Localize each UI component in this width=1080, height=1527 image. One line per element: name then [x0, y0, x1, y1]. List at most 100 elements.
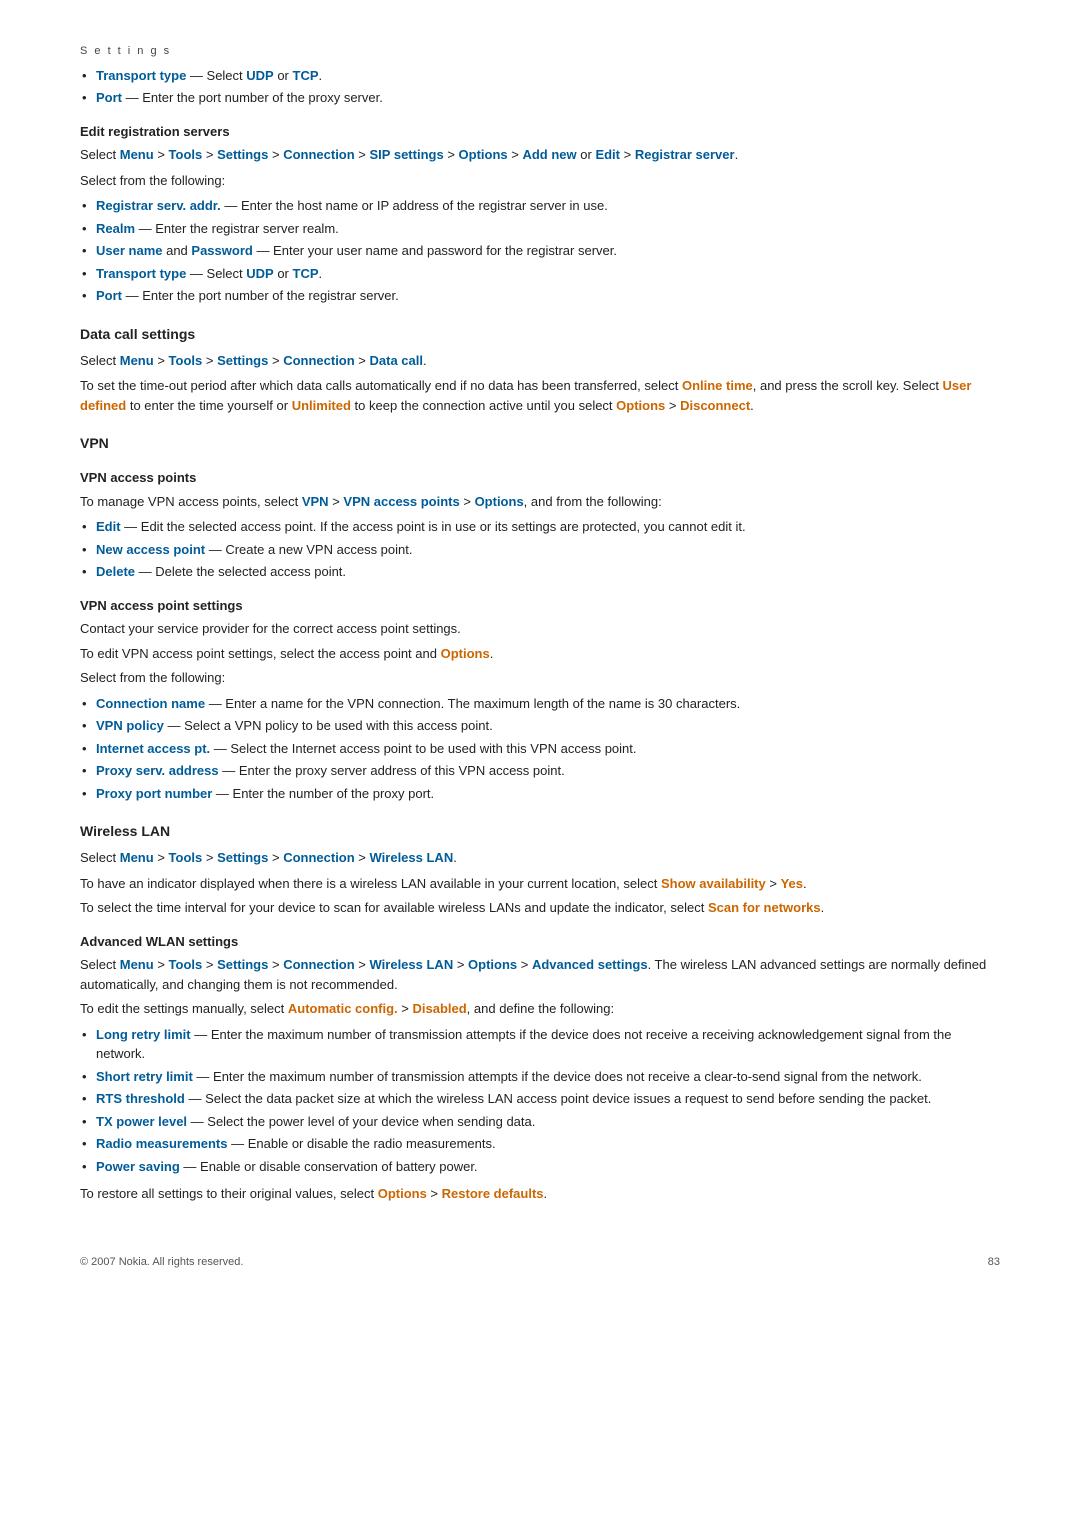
- realm-link: Realm: [96, 221, 135, 236]
- registrar-addr-item: Registrar serv. addr. — Enter the host n…: [80, 196, 1000, 216]
- page-footer: © 2007 Nokia. All rights reserved. 83: [80, 1244, 1000, 1271]
- wireless-lan-heading: Wireless LAN: [80, 821, 1000, 842]
- udp-link2: UDP: [246, 266, 273, 281]
- wireless-lan-nav: Select Menu > Tools > Settings > Connect…: [80, 848, 1000, 868]
- restore-defaults-link: Restore defaults: [442, 1186, 544, 1201]
- rts-threshold-item: RTS threshold — Select the data packet s…: [80, 1089, 1000, 1109]
- vpn-delete-item: Delete — Delete the selected access poin…: [80, 562, 1000, 582]
- vpn-new-link: New access point: [96, 542, 205, 557]
- scan-for-networks-link: Scan for networks: [708, 900, 821, 915]
- port-link: Port: [96, 90, 122, 105]
- add-new-link: Add new: [522, 147, 576, 162]
- restore-defaults-p: To restore all settings to their origina…: [80, 1184, 1000, 1204]
- long-retry-link: Long retry limit: [96, 1027, 191, 1042]
- data-call-heading: Data call settings: [80, 324, 1000, 345]
- vpn-new-item: New access point — Create a new VPN acce…: [80, 540, 1000, 560]
- copyright: © 2007 Nokia. All rights reserved.: [80, 1254, 243, 1271]
- registrar-server-link: Registrar server: [635, 147, 735, 162]
- port-link2: Port: [96, 288, 122, 303]
- connection-link1: Connection: [283, 147, 355, 162]
- vpn-ap-list: Edit — Edit the selected access point. I…: [80, 517, 1000, 582]
- vpn-edit-item: Edit — Edit the selected access point. I…: [80, 517, 1000, 537]
- udp-link: UDP: [246, 68, 273, 83]
- username-password-item: User name and Password — Enter your user…: [80, 241, 1000, 261]
- menu-link1: Menu: [120, 147, 154, 162]
- port-item2: Port — Enter the port number of the regi…: [80, 286, 1000, 306]
- password-link: Password: [191, 243, 252, 258]
- online-time-link: Online time: [682, 378, 753, 393]
- transport-type-link: Transport type: [96, 68, 186, 83]
- tools-link4: Tools: [169, 957, 203, 972]
- advanced-wlan-list: Long retry limit — Enter the maximum num…: [80, 1025, 1000, 1177]
- short-retry-item: Short retry limit — Enter the maximum nu…: [80, 1067, 1000, 1087]
- advanced-settings-link: Advanced settings: [532, 957, 648, 972]
- settings-link3: Settings: [217, 850, 268, 865]
- options-link5: Options: [468, 957, 517, 972]
- vpn-ap-settings-p1: Contact your service provider for the co…: [80, 619, 1000, 639]
- internet-access-item: Internet access pt. — Select the Interne…: [80, 739, 1000, 759]
- power-saving-item: Power saving — Enable or disable conserv…: [80, 1157, 1000, 1177]
- wireless-lan-link2: Wireless LAN: [370, 957, 454, 972]
- transport-type-item2: Transport type — Select UDP or TCP.: [80, 264, 1000, 284]
- connection-link3: Connection: [283, 850, 355, 865]
- edit-reg-list: Registrar serv. addr. — Enter the host n…: [80, 196, 1000, 306]
- advanced-wlan-nav: Select Menu > Tools > Settings > Connect…: [80, 955, 1000, 994]
- radio-measurements-item: Radio measurements — Enable or disable t…: [80, 1134, 1000, 1154]
- edit-reg-nav: Select Menu > Tools > Settings > Connect…: [80, 145, 1000, 165]
- proxy-addr-item: Proxy serv. address — Enter the proxy se…: [80, 761, 1000, 781]
- yes-link: Yes: [781, 876, 803, 891]
- menu-link2: Menu: [120, 353, 154, 368]
- connection-name-link: Connection name: [96, 696, 205, 711]
- vpn-link: VPN: [302, 494, 329, 509]
- registrar-addr-link: Registrar serv. addr.: [96, 198, 221, 213]
- proxy-addr-link: Proxy serv. address: [96, 763, 219, 778]
- vpn-ap-settings-list: Connection name — Enter a name for the V…: [80, 694, 1000, 804]
- wlan-p1: To have an indicator displayed when ther…: [80, 874, 1000, 894]
- settings-link1: Settings: [217, 147, 268, 162]
- tools-link1: Tools: [169, 147, 203, 162]
- connection-name-item: Connection name — Enter a name for the V…: [80, 694, 1000, 714]
- vpn-access-points-heading: VPN access points: [80, 468, 1000, 488]
- tools-link2: Tools: [169, 353, 203, 368]
- tx-power-item: TX power level — Select the power level …: [80, 1112, 1000, 1132]
- vpn-ap-settings-p2: To edit VPN access point settings, selec…: [80, 644, 1000, 664]
- tx-power-link: TX power level: [96, 1114, 187, 1129]
- vpn-delete-link: Delete: [96, 564, 135, 579]
- options-link6: Options: [378, 1186, 427, 1201]
- transport-type-item: Transport type — Select UDP or TCP.: [80, 66, 1000, 86]
- disabled-link: Disabled: [412, 1001, 466, 1016]
- vpn-edit-link: Edit: [96, 519, 121, 534]
- options-link2: Options: [616, 398, 665, 413]
- rts-threshold-link: RTS threshold: [96, 1091, 185, 1106]
- vpn-access-points-link: VPN access points: [343, 494, 459, 509]
- edit-reg-intro: Select from the following:: [80, 171, 1000, 191]
- vpn-heading: VPN: [80, 433, 1000, 454]
- edit-link: Edit: [595, 147, 620, 162]
- vpn-ap-intro: To manage VPN access points, select VPN …: [80, 492, 1000, 512]
- unlimited-link: Unlimited: [292, 398, 351, 413]
- menu-link3: Menu: [120, 850, 154, 865]
- options-link4: Options: [441, 646, 490, 661]
- vpn-policy-link: VPN policy: [96, 718, 164, 733]
- wireless-lan-section: Wireless LAN Select Menu > Tools > Setti…: [80, 821, 1000, 1204]
- proxy-port-item: Proxy port number — Enter the number of …: [80, 784, 1000, 804]
- transport-type-link2: Transport type: [96, 266, 186, 281]
- realm-item: Realm — Enter the registrar server realm…: [80, 219, 1000, 239]
- internet-access-link: Internet access pt.: [96, 741, 210, 756]
- advanced-wlan-p2: To edit the settings manually, select Au…: [80, 999, 1000, 1019]
- wireless-lan-link: Wireless LAN: [370, 850, 454, 865]
- proxy-port-link: Proxy port number: [96, 786, 212, 801]
- options-link1: Options: [459, 147, 508, 162]
- page-number: 83: [988, 1254, 1000, 1271]
- automatic-config-link: Automatic config.: [288, 1001, 398, 1016]
- radio-measurements-link: Radio measurements: [96, 1136, 228, 1151]
- data-call-link: Data call: [370, 353, 423, 368]
- vpn-section: VPN VPN access points To manage VPN acce…: [80, 433, 1000, 803]
- connection-link4: Connection: [283, 957, 355, 972]
- short-retry-link: Short retry limit: [96, 1069, 193, 1084]
- tcp-link: TCP: [293, 68, 319, 83]
- disconnect-link: Disconnect: [680, 398, 750, 413]
- settings-link4: Settings: [217, 957, 268, 972]
- vpn-select-following: Select from the following:: [80, 668, 1000, 688]
- page-header: S e t t i n g s: [80, 40, 1000, 60]
